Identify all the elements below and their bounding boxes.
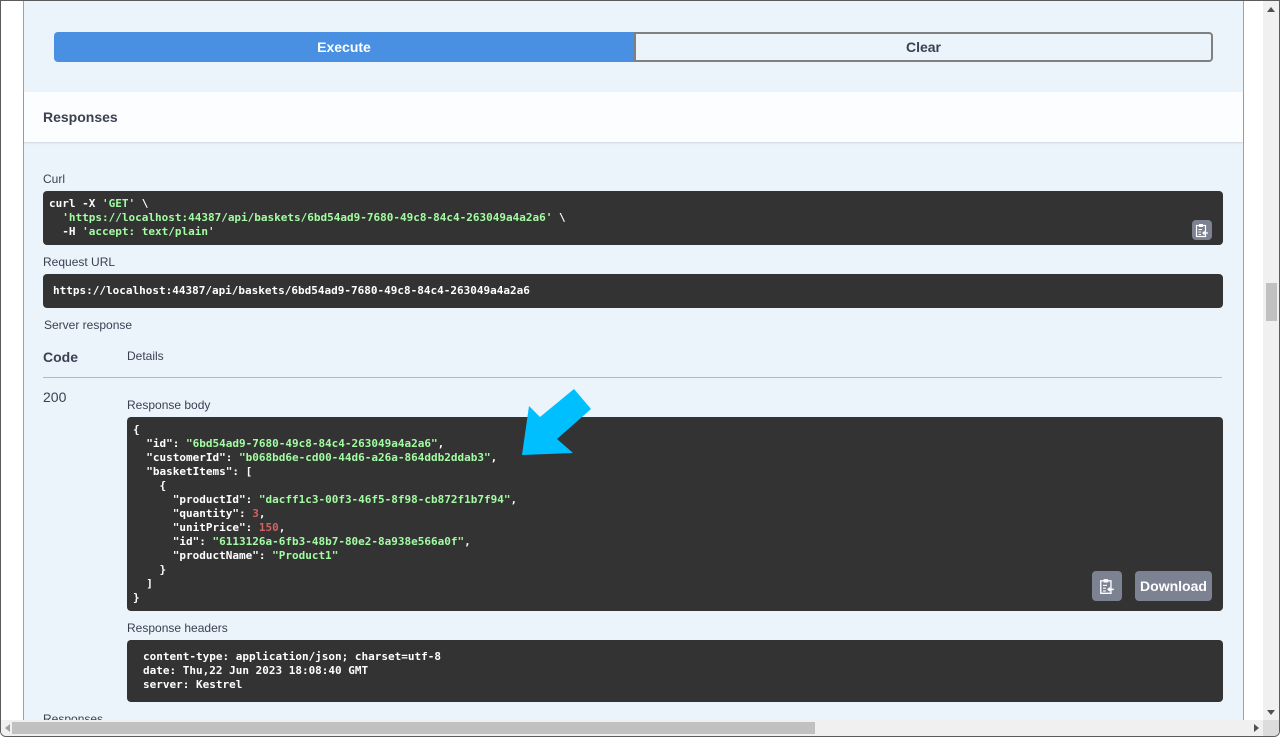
curl-method: 'GET' [101, 197, 136, 210]
body-product-name: Product1 [278, 549, 332, 562]
body-unit-price: 150 [258, 521, 279, 534]
horizontal-scrollbar[interactable] [1, 720, 1263, 736]
response-body-block[interactable]: { "id": "6bd54ad9-7680-49c8-84c4-263049a… [127, 417, 1223, 611]
execute-wrapper: Execute Clear [54, 32, 1213, 62]
body-quantity: 3 [252, 507, 259, 520]
server-response-label: Server response [44, 318, 133, 332]
response-headers-block[interactable]: content-type: application/json; charset=… [127, 640, 1223, 702]
curl-continuation: \ [135, 197, 149, 210]
responses-header: Responses [24, 92, 1243, 142]
horizontal-scroll-thumb[interactable] [12, 722, 815, 734]
responses-title: Responses [43, 109, 118, 125]
curl-url: 'https://localhost:44387/api/baskets/6bd… [62, 211, 553, 224]
copy-curl-button[interactable] [1192, 220, 1212, 240]
scroll-right-icon[interactable] [1254, 724, 1259, 732]
curl-label: Curl [43, 172, 66, 186]
header-content-type: content-type: application/json; charset=… [143, 650, 442, 663]
body-item-id: 6113126a-6fb3-48b7-80e2-8a938e566a0f [219, 535, 458, 548]
scroll-down-icon[interactable] [1267, 710, 1275, 715]
status-code: 200 [43, 389, 67, 405]
request-url-value: https://localhost:44387/api/baskets/6bd5… [53, 284, 530, 297]
body-id: 6bd54ad9-7680-49c8-84c4-263049a4a2a6 [192, 437, 432, 450]
response-headers-label: Response headers [127, 621, 228, 635]
request-url-block[interactable]: https://localhost:44387/api/baskets/6bd5… [43, 274, 1223, 308]
scroll-up-icon[interactable] [1267, 7, 1275, 12]
details-column-header: Details [127, 349, 164, 363]
clipboard-copy-icon [1100, 578, 1114, 594]
curl-code-block[interactable]: curl -X 'GET' \ 'https://localhost:44387… [43, 191, 1223, 245]
curl-cmd: curl -X [49, 197, 102, 210]
execute-button[interactable]: Execute [54, 32, 634, 62]
table-divider [43, 377, 1222, 378]
vertical-scrollbar[interactable] [1263, 1, 1279, 721]
request-url-label: Request URL [43, 255, 116, 269]
arrow-pointer-icon [522, 389, 591, 455]
code-column-header: Code [43, 349, 78, 365]
response-body-label: Response body [127, 398, 211, 412]
copy-response-button[interactable] [1092, 571, 1122, 601]
vertical-scroll-thumb[interactable] [1266, 283, 1277, 321]
body-product-id: dacff1c3-00f3-46f5-8f98-cb872f1b7f94 [265, 493, 504, 506]
curl-header-flag: -H [62, 225, 83, 238]
clear-button[interactable]: Clear [634, 32, 1213, 62]
clipboard-copy-icon [1195, 223, 1208, 237]
browser-viewport: Execute Clear Responses Curl curl -X 'GE… [0, 0, 1280, 737]
header-server: server: Kestrel [143, 678, 243, 691]
scroll-left-icon[interactable] [5, 724, 10, 732]
header-date: date: Thu,22 Jun 2023 18:08:40 GMT [143, 664, 369, 677]
scrollbar-corner [1263, 720, 1279, 736]
curl-continuation: \ [552, 211, 566, 224]
page-margin [1, 1, 23, 721]
operation-block: Execute Clear Responses Curl curl -X 'GE… [23, 1, 1244, 726]
curl-header-value: 'accept: text/plain' [82, 225, 215, 238]
body-customer-id: b068bd6e-cd00-44d6-a26a-864ddb2ddab3 [245, 451, 485, 464]
download-button[interactable]: Download [1135, 571, 1212, 601]
